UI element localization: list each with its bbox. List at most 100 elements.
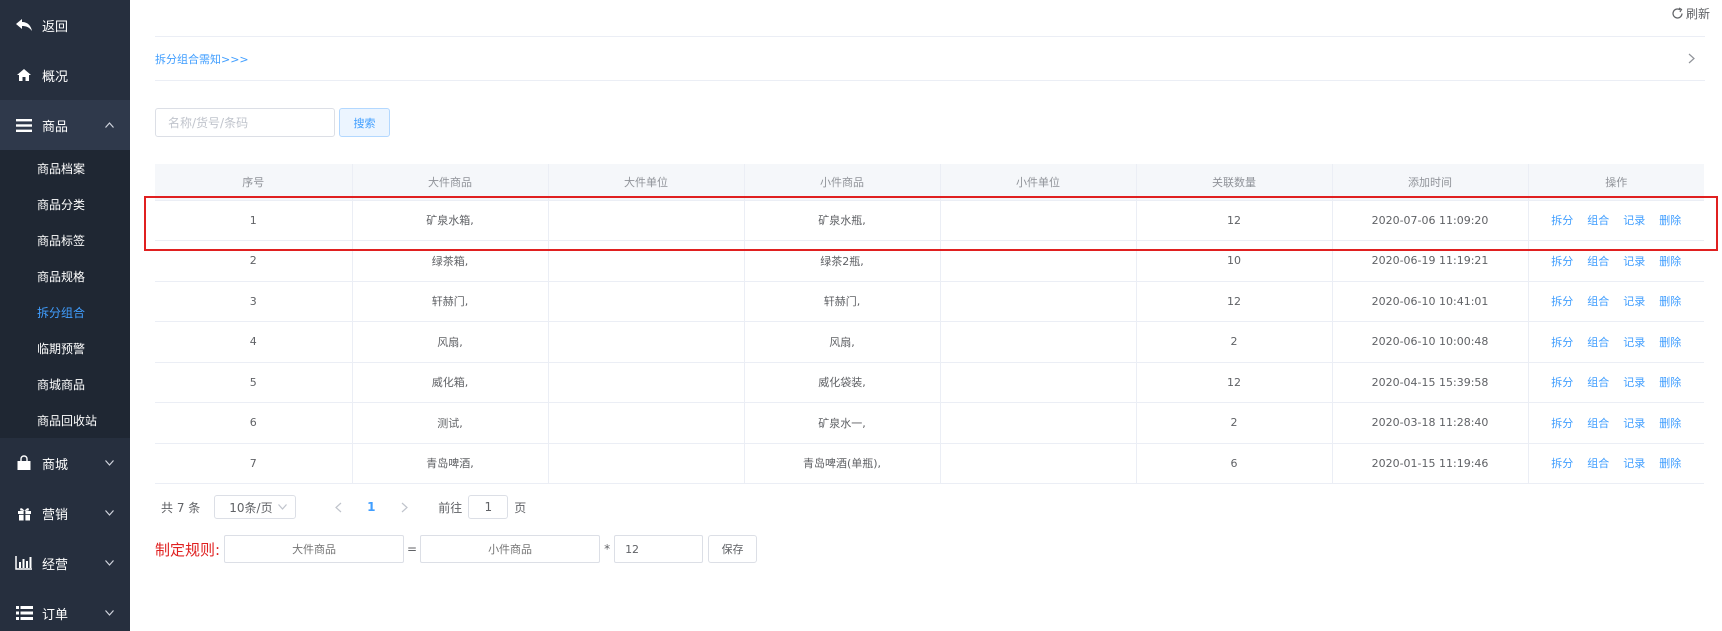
delete-button[interactable]: 删除 — [1659, 214, 1681, 227]
split-button[interactable]: 拆分 — [1551, 457, 1573, 470]
shopping-bag-icon — [14, 455, 34, 471]
split-button[interactable]: 拆分 — [1551, 255, 1573, 268]
prev-page-button[interactable] — [320, 502, 356, 513]
table-cell-time: 2020-03-18 11:28:40 — [1332, 402, 1529, 444]
sidebar-marketing[interactable]: 营销 — [0, 488, 130, 538]
combine-button[interactable]: 组合 — [1587, 295, 1609, 308]
sidebar-item-goods-recycle[interactable]: 商品回收站 — [0, 402, 130, 438]
table-header: 序号 大件商品 大件单位 小件商品 小件单位 关联数量 添加时间 操作 — [155, 164, 1704, 201]
table-cell-qty: 2 — [1136, 321, 1333, 363]
sidebar-overview[interactable]: 概况 — [0, 50, 130, 100]
main-content: 刷新 拆分组合需知>>> 搜索 序号 大件商品 大件单位 小件商品 小件单位 关… — [130, 0, 1722, 631]
table-cell-small-unit — [940, 362, 1137, 403]
page-size-value: 10条/页 — [229, 500, 273, 515]
pagination: 共 7 条 10条/页 1 前往 页 — [155, 494, 526, 520]
combine-button[interactable]: 组合 — [1587, 457, 1609, 470]
chevron-down-icon — [278, 504, 288, 510]
sidebar-item-goods-spec[interactable]: 商品规格 — [0, 258, 130, 294]
table-cell-big-unit — [548, 321, 745, 363]
table-cell-big: 轩赫门, — [352, 281, 549, 322]
table-cell-small: 矿泉水一, — [744, 402, 941, 444]
record-button[interactable]: 记录 — [1623, 376, 1645, 389]
table-cell-actions: 拆分 组合 记录 删除 — [1528, 402, 1704, 444]
refresh-button[interactable]: 刷新 — [1671, 5, 1710, 22]
table-cell-big-unit — [548, 281, 745, 322]
table-row: 1 矿泉水箱, 矿泉水瓶, 12 2020-07-06 11:09:20 拆分 组合 记录 删除 — [155, 200, 1704, 241]
sidebar-goods[interactable]: 商品 — [0, 100, 130, 150]
sidebar-item-goods-category[interactable]: 商品分类 — [0, 186, 130, 222]
split-button[interactable]: 拆分 — [1551, 376, 1573, 389]
record-button[interactable]: 记录 — [1623, 295, 1645, 308]
split-button[interactable]: 拆分 — [1551, 336, 1573, 349]
delete-button[interactable]: 删除 — [1659, 336, 1681, 349]
table-cell-big-unit — [548, 402, 745, 444]
sidebar-operation-label: 经营 — [42, 557, 69, 573]
quantity-input[interactable] — [614, 535, 704, 563]
sidebar-item-goods-archive[interactable]: 商品档案 — [0, 150, 130, 186]
table-cell-small-unit — [940, 402, 1137, 444]
sidebar-orders[interactable]: 订单 — [0, 588, 130, 631]
sidebar-item-mall-goods[interactable]: 商城商品 — [0, 366, 130, 402]
combine-button[interactable]: 组合 — [1587, 255, 1609, 268]
delete-button[interactable]: 删除 — [1659, 255, 1681, 268]
record-button[interactable]: 记录 — [1623, 214, 1645, 227]
table-cell-time: 2020-06-10 10:41:01 — [1332, 281, 1529, 322]
table-cell-no: 7 — [155, 443, 353, 484]
table-cell-big-unit — [548, 240, 745, 282]
sidebar-back[interactable]: 返回 — [0, 0, 130, 50]
delete-button[interactable]: 删除 — [1659, 417, 1681, 430]
record-button[interactable]: 记录 — [1623, 417, 1645, 430]
table-cell-time: 2020-04-15 15:39:58 — [1332, 362, 1529, 403]
rule-form: 制定规则: = * 保存 — [155, 535, 758, 563]
table-row: 7 青岛啤酒, 青岛啤酒(单瓶), 6 2020-01-15 11:19:46 拆分 组合 记… — [155, 443, 1704, 484]
table-cell-actions: 拆分 组合 记录 删除 — [1528, 200, 1704, 241]
small-goods-input[interactable] — [420, 535, 601, 563]
record-button[interactable]: 记录 — [1623, 457, 1645, 470]
combine-button[interactable]: 组合 — [1587, 214, 1609, 227]
table-cell-actions: 拆分 组合 记录 删除 — [1528, 321, 1704, 363]
table-cell-actions: 拆分 组合 记录 删除 — [1528, 240, 1704, 282]
sidebar-item-goods-tag[interactable]: 商品标签 — [0, 222, 130, 258]
sidebar-mall[interactable]: 商城 — [0, 438, 130, 488]
column-header: 添加时间 — [1332, 164, 1529, 201]
save-button[interactable]: 保存 — [708, 535, 758, 563]
record-button[interactable]: 记录 — [1623, 255, 1645, 268]
record-button[interactable]: 记录 — [1623, 336, 1645, 349]
search-input[interactable] — [155, 108, 335, 137]
combine-button[interactable]: 组合 — [1587, 376, 1609, 389]
rule-label: 制定规则: — [155, 540, 221, 559]
table-cell-actions: 拆分 组合 记录 删除 — [1528, 362, 1704, 403]
table-cell-qty: 12 — [1136, 362, 1333, 403]
sidebar-item-expiry-warning[interactable]: 临期预警 — [0, 330, 130, 366]
sidebar-operation[interactable]: 经营 — [0, 538, 130, 588]
table-cell-small: 矿泉水瓶, — [744, 200, 941, 241]
split-button[interactable]: 拆分 — [1551, 214, 1573, 227]
split-button[interactable]: 拆分 — [1551, 295, 1573, 308]
page-size-select[interactable]: 10条/页 — [214, 495, 297, 519]
table-cell-big-unit — [548, 200, 745, 241]
search-button[interactable]: 搜索 — [339, 108, 390, 137]
table-cell-no: 1 — [155, 200, 353, 241]
combine-button[interactable]: 组合 — [1587, 336, 1609, 349]
sidebar-item-split-combine[interactable]: 拆分组合 — [0, 294, 130, 330]
split-button[interactable]: 拆分 — [1551, 417, 1573, 430]
table-cell-qty: 6 — [1136, 443, 1333, 484]
table-cell-big: 矿泉水箱, — [352, 200, 549, 241]
table-cell-small: 绿茶2瓶, — [744, 240, 941, 282]
goto-page-input[interactable] — [468, 495, 509, 519]
table-cell-small-unit — [940, 281, 1137, 322]
combine-button[interactable]: 组合 — [1587, 417, 1609, 430]
notice-bar[interactable]: 拆分组合需知>>> — [155, 36, 1705, 81]
table-cell-time: 2020-07-06 11:09:20 — [1332, 200, 1529, 241]
table-cell-actions: 拆分 组合 记录 删除 — [1528, 281, 1704, 322]
big-goods-input[interactable] — [224, 535, 405, 563]
delete-button[interactable]: 删除 — [1659, 457, 1681, 470]
refresh-label: 刷新 — [1685, 7, 1710, 21]
page-number[interactable]: 1 — [356, 500, 386, 514]
notice-link[interactable]: 拆分组合需知>>> — [155, 51, 249, 67]
column-header: 序号 — [155, 164, 353, 201]
delete-button[interactable]: 删除 — [1659, 376, 1681, 389]
table-cell-big: 风扇, — [352, 321, 549, 363]
next-page-button[interactable] — [386, 502, 422, 513]
delete-button[interactable]: 删除 — [1659, 295, 1681, 308]
